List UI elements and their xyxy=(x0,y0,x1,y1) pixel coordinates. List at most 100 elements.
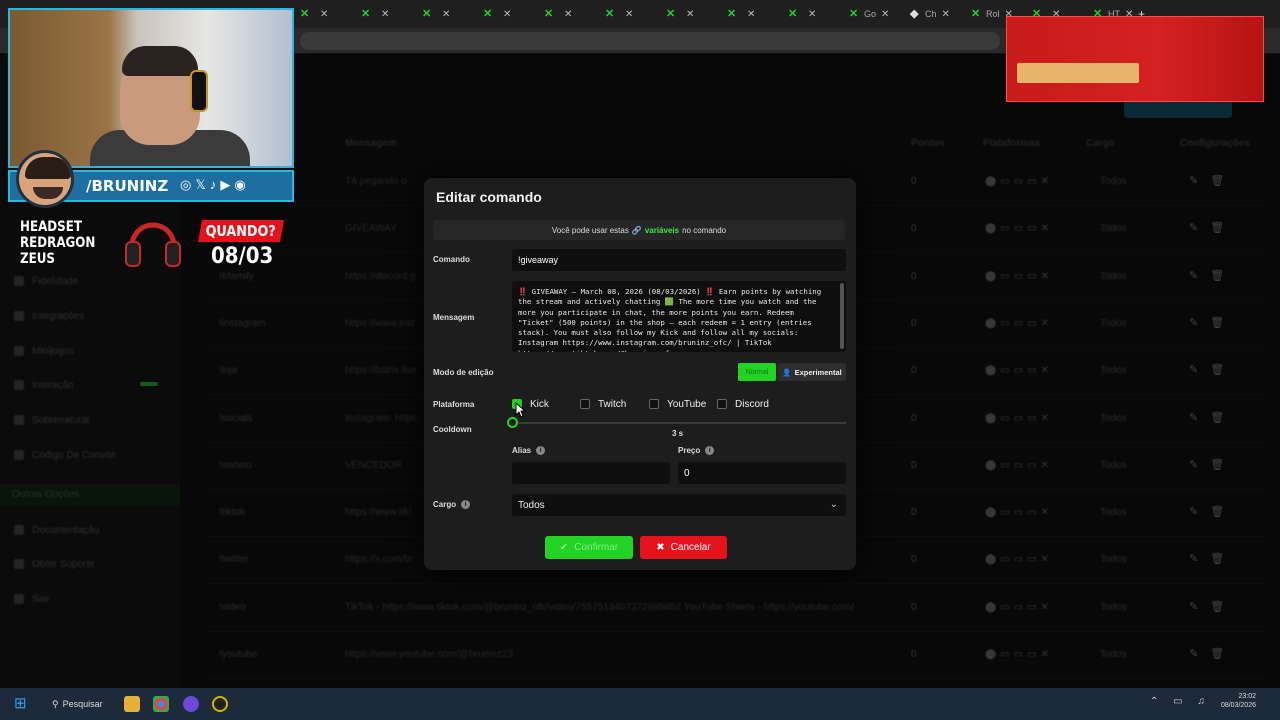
x-icon: 𝕏 xyxy=(195,177,210,192)
edit-mode-label: Modo de edição xyxy=(433,368,494,377)
info-icon[interactable]: i xyxy=(461,500,471,510)
close-tab-icon[interactable]: ✕ xyxy=(442,9,450,20)
tab-favicon-icon: ✕ xyxy=(971,8,981,20)
discord-checkbox[interactable] xyxy=(717,399,727,409)
search-label: Pesquisar xyxy=(62,699,103,709)
variables-note: Você pode usar estas 🔗 variáveis no coma… xyxy=(433,220,845,240)
browser-tab[interactable]: ✕ ✕ xyxy=(727,6,755,22)
chrome-icon[interactable] xyxy=(153,696,169,712)
message-text: ‼️ GIVEAWAY – March 08, 2026 (08/03/2026… xyxy=(518,287,822,352)
tab-favicon-icon: ✕ xyxy=(666,8,676,20)
tab-favicon-icon: ✕ xyxy=(300,8,310,20)
close-tab-icon[interactable]: ✕ xyxy=(381,9,389,20)
tab-favicon-icon: ✕ xyxy=(849,8,859,20)
message-scrollbar[interactable] xyxy=(840,283,844,349)
cancel-button[interactable]: ✖ Cancelar xyxy=(640,536,727,559)
mode-experimental-label: Experimental xyxy=(794,367,842,377)
info-icon[interactable]: i xyxy=(705,446,715,456)
discord-icon: ◉ xyxy=(234,177,250,192)
close-tab-icon[interactable]: ✕ xyxy=(564,9,572,20)
youtube-checkbox[interactable] xyxy=(649,399,659,409)
close-tab-icon[interactable]: ✕ xyxy=(942,9,950,20)
platform-twitch[interactable]: Twitch xyxy=(580,397,626,411)
role-select-value: Todos xyxy=(518,499,545,511)
tab-favicon-icon: ✕ xyxy=(727,8,737,20)
browser-tab[interactable]: ✕ ✕ xyxy=(361,6,389,22)
role-label-wrap: Cargo i xyxy=(433,500,471,510)
browser-tab[interactable]: ✕ Go ✕ xyxy=(849,6,889,22)
role-label: Cargo xyxy=(433,500,457,509)
info-icon[interactable]: i xyxy=(536,446,546,456)
close-tab-icon[interactable]: ✕ xyxy=(747,9,755,20)
browser-tab[interactable]: ◆ Ch ✕ xyxy=(910,6,950,22)
platform-discord[interactable]: Discord xyxy=(717,397,769,411)
close-icon: ✖ xyxy=(656,542,665,553)
taskbar-search[interactable]: ⚲ Pesquisar xyxy=(52,696,103,712)
cooldown-slider-track[interactable] xyxy=(512,422,846,424)
close-tab-icon[interactable]: ✕ xyxy=(320,9,328,20)
close-tab-icon[interactable]: ✕ xyxy=(686,9,694,20)
variables-link[interactable]: variáveis xyxy=(645,226,679,235)
message-textarea[interactable]: ‼️ GIVEAWAY – March 08, 2026 (08/03/2026… xyxy=(512,281,846,352)
headset-icon xyxy=(190,70,208,112)
browser-tab[interactable]: ✕ ✕ xyxy=(605,6,633,22)
tab-label: Go xyxy=(864,9,877,19)
tab-label: Rol xyxy=(986,9,1000,19)
browser-tab[interactable]: ✕ ✕ xyxy=(666,6,694,22)
role-select[interactable]: Todos ⌄ xyxy=(512,494,846,516)
instagram-icon: ◎ xyxy=(180,177,196,192)
cooldown-slider-handle[interactable] xyxy=(507,417,518,428)
youtube-icon: ▶ xyxy=(220,177,235,192)
windows-start-icon[interactable]: ⊞ xyxy=(14,696,30,712)
tiktok-icon: ♪ xyxy=(209,177,221,192)
stream-alert-box xyxy=(1006,16,1264,102)
app-icon[interactable] xyxy=(183,696,199,712)
search-icon: ⚲ xyxy=(52,698,59,709)
headset-product-icon xyxy=(125,222,181,267)
platform-youtube[interactable]: YouTube xyxy=(649,397,706,411)
browser-tab[interactable]: ✕ ✕ xyxy=(300,6,328,22)
file-explorer-icon[interactable] xyxy=(124,696,140,712)
promo-date: 08/03 xyxy=(211,244,274,269)
platform-name: Kick xyxy=(530,398,549,410)
stream-alert-bar xyxy=(1017,63,1139,83)
browser-tab[interactable]: ✕ ✕ xyxy=(422,6,450,22)
mouse-cursor-icon xyxy=(515,402,527,418)
social-icons: ◎𝕏♪▶◉ xyxy=(180,177,250,193)
browser-tab[interactable]: ✕ ✕ xyxy=(544,6,572,22)
close-tab-icon[interactable]: ✕ xyxy=(881,9,889,20)
command-input[interactable]: !giveaway xyxy=(512,249,846,271)
tab-favicon-icon: ◆ xyxy=(910,8,919,20)
promo-question-badge: QUANDO? xyxy=(198,220,284,242)
mode-experimental-button[interactable]: 👤 Experimental xyxy=(778,363,846,381)
mode-normal-button[interactable]: Normal xyxy=(738,363,776,381)
tab-favicon-icon: ✕ xyxy=(361,8,371,20)
taskbar-clock[interactable]: 23:02 08/03/2026 xyxy=(1200,692,1256,710)
twitch-checkbox[interactable] xyxy=(580,399,590,409)
browser-tab[interactable]: ✕ ✕ xyxy=(483,6,511,22)
alias-label: Alias xyxy=(512,446,532,455)
platform-name: YouTube xyxy=(667,398,707,410)
promo-question: QUANDO? xyxy=(205,222,276,240)
confirm-label: Confirmar xyxy=(574,542,619,553)
close-tab-icon[interactable]: ✕ xyxy=(625,9,633,20)
command-label: Comando xyxy=(433,255,470,264)
close-tab-icon[interactable]: ✕ xyxy=(808,9,816,20)
address-bar[interactable] xyxy=(300,32,1000,50)
person-icon: 👤 xyxy=(782,367,792,377)
alias-input[interactable] xyxy=(512,462,670,484)
cancel-label: Cancelar xyxy=(670,542,711,553)
cooldown-label: Cooldown xyxy=(433,425,472,434)
price-input[interactable]: 0 xyxy=(678,462,846,484)
tab-favicon-icon: ✕ xyxy=(422,8,432,20)
cooldown-value: 3 s xyxy=(672,429,684,438)
browser-tab[interactable]: ✕ ✕ xyxy=(788,6,816,22)
app-icon[interactable] xyxy=(212,696,228,712)
platform-name: Discord xyxy=(735,398,769,410)
confirm-button[interactable]: ✔ Confirmar xyxy=(545,536,633,559)
close-tab-icon[interactable]: ✕ xyxy=(503,9,511,20)
alias-label-wrap: Alias i xyxy=(512,446,546,456)
variables-note-suffix: no comando xyxy=(682,225,727,235)
tab-favicon-icon: ✕ xyxy=(483,8,493,20)
tab-favicon-icon: ✕ xyxy=(544,8,554,20)
